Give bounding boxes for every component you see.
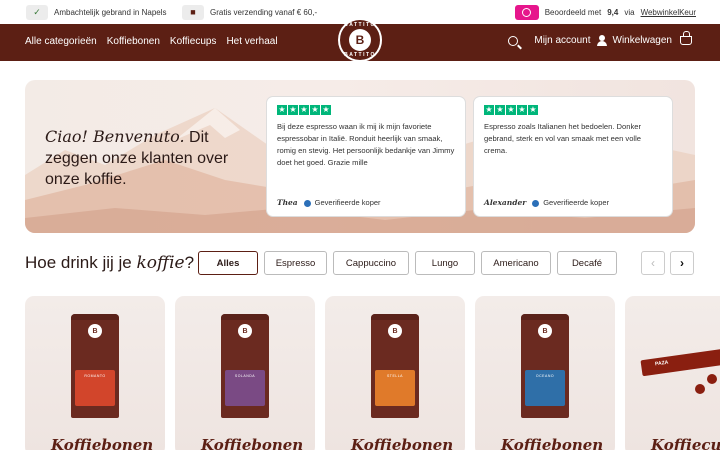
star-icon: ★ xyxy=(310,105,320,115)
review-author: Alexander Geverifieerde koper xyxy=(484,197,609,209)
star-icon: ★ xyxy=(299,105,309,115)
nav-link-story[interactable]: Het verhaal xyxy=(226,36,277,47)
truck-icon: ■ xyxy=(182,4,204,20)
chevron-left-icon: ‹ xyxy=(651,256,655,270)
verified-icon xyxy=(303,199,311,207)
capsule-image xyxy=(707,374,717,384)
verified-icon xyxy=(532,199,540,207)
usp-text: Ambachtelijk gebrand in Napels xyxy=(54,7,167,17)
usp-item: ■ Gratis verzending vanaf € 60,- xyxy=(182,4,317,20)
usp-text: Gratis verzending vanaf € 60,- xyxy=(210,7,318,17)
capsule-image xyxy=(695,384,705,394)
carousel-next-button[interactable]: › xyxy=(670,251,694,275)
webwinkelkeur-link[interactable]: WebwinkelKeur xyxy=(641,8,696,17)
battito-logo[interactable]: BATTITO B BATTITO xyxy=(338,18,382,62)
nav-link-all-categories[interactable]: Alle categorieën xyxy=(25,36,97,47)
product-card[interactable]: B STELLA Koffiebonen xyxy=(325,296,465,450)
star-icon: ★ xyxy=(495,105,505,115)
product-title[interactable]: Koffiebonen xyxy=(351,436,453,450)
coffee-bag-image: B STELLA xyxy=(371,314,419,418)
carousel-prev-button[interactable]: ‹ xyxy=(641,251,665,275)
rating-score: 9,4 xyxy=(607,7,619,17)
product-title[interactable]: Koffiecups xyxy=(651,436,720,450)
author-name: Thea xyxy=(277,198,298,207)
coffee-bag-image: B OCEANO xyxy=(521,314,569,418)
rating-badge: Beoordeeld met 9,4 via WebwinkelKeur xyxy=(514,4,696,20)
product-card[interactable]: B SOLANDA Koffiebonen xyxy=(175,296,315,450)
star-icon: ★ xyxy=(484,105,494,115)
search-icon[interactable] xyxy=(508,35,519,46)
star-icon: ★ xyxy=(288,105,298,115)
bag-label: STELLA xyxy=(386,374,404,378)
webwinkelkeur-icon xyxy=(514,4,539,20)
bag-label: OCEANO xyxy=(535,374,555,378)
star-rating: ★ ★ ★ ★ ★ xyxy=(484,105,662,115)
capsule-box-image: PAZA xyxy=(640,343,720,377)
product-title[interactable]: Koffiebonen xyxy=(51,436,153,450)
logo-text: BATTITO xyxy=(344,52,376,58)
filter-cappuccino[interactable]: Cappuccino xyxy=(333,251,409,275)
star-icon: ★ xyxy=(528,105,538,115)
rating-prefix: Beoordeeld met xyxy=(544,7,602,17)
review-card: ★ ★ ★ ★ ★ Bij deze espresso waan ik mij … xyxy=(266,96,466,217)
cart-link[interactable]: Winkelwagen xyxy=(613,35,672,46)
product-card[interactable]: PAZA Koffiecups xyxy=(625,296,720,450)
filter-all[interactable]: Alles xyxy=(198,251,258,275)
review-card: ★ ★ ★ ★ ★ Espresso zoals Italianen het b… xyxy=(473,96,673,217)
user-icon[interactable] xyxy=(596,35,607,46)
main-nav: Alle categorieën Koffiebonen Koffiecups … xyxy=(0,18,720,62)
section-title: Hoe drink jij je koffie? xyxy=(25,253,195,273)
star-icon: ★ xyxy=(506,105,516,115)
chevron-right-icon: › xyxy=(680,256,684,270)
nav-link-coffee-cups[interactable]: Koffiecups xyxy=(170,36,217,47)
star-icon: ★ xyxy=(277,105,287,115)
product-card[interactable]: B ROMANTO Koffiebonen xyxy=(25,296,165,450)
star-rating: ★ ★ ★ ★ ★ xyxy=(277,105,455,115)
hero-title: Ciao! Benvenuto. Dit zeggen onze klanten… xyxy=(45,127,229,188)
bag-label: SOLANDA xyxy=(234,374,256,378)
bag-label: ROMANTO xyxy=(84,374,106,378)
star-icon: ★ xyxy=(517,105,527,115)
filter-decafe[interactable]: Decafé xyxy=(557,251,617,275)
capsule-label: PAZA xyxy=(654,359,669,368)
review-text: Espresso zoals Italianen het bedoelen. D… xyxy=(484,122,642,155)
logo-text: BATTITO xyxy=(344,22,376,28)
filter-tabs: Alles Espresso Cappuccino Lungo American… xyxy=(198,251,617,275)
nav-link-coffee-beans[interactable]: Koffiebonen xyxy=(107,36,160,47)
coffee-bag-image: B SOLANDA xyxy=(221,314,269,418)
verified-label: Geverifieerde koper xyxy=(543,198,610,207)
filter-lungo[interactable]: Lungo xyxy=(415,251,475,275)
product-title[interactable]: Koffiebonen xyxy=(501,436,603,450)
logo-letter: B xyxy=(349,29,371,51)
basket-icon[interactable] xyxy=(680,31,692,45)
review-text: Bij deze espresso waan ik mij ik mijn fa… xyxy=(277,122,455,167)
filter-espresso[interactable]: Espresso xyxy=(264,251,327,275)
product-card[interactable]: B OCEANO Koffiebonen xyxy=(475,296,615,450)
star-icon: ★ xyxy=(321,105,331,115)
review-author: Thea Geverifieerde koper xyxy=(277,197,381,209)
check-icon: ✓ xyxy=(26,4,48,20)
author-name: Alexander xyxy=(484,198,527,207)
account-link[interactable]: Mijn account xyxy=(534,35,590,46)
usp-item: ✓ Ambachtelijk gebrand in Napels xyxy=(26,4,167,20)
hero-banner: Ciao! Benvenuto. Dit zeggen onze klanten… xyxy=(25,80,695,233)
coffee-bag-image: B ROMANTO xyxy=(71,314,119,418)
filter-americano[interactable]: Americano xyxy=(481,251,551,275)
product-title[interactable]: Koffiebonen xyxy=(201,436,303,450)
rating-via: via xyxy=(624,7,635,17)
verified-label: Geverifieerde koper xyxy=(314,198,381,207)
